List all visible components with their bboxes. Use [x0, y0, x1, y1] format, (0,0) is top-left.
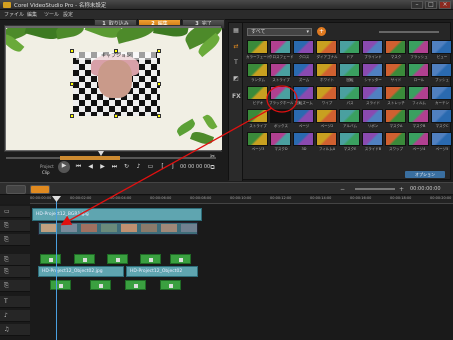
drag-arrow	[60, 107, 273, 226]
drag-arrow-annotation	[60, 85, 298, 226]
